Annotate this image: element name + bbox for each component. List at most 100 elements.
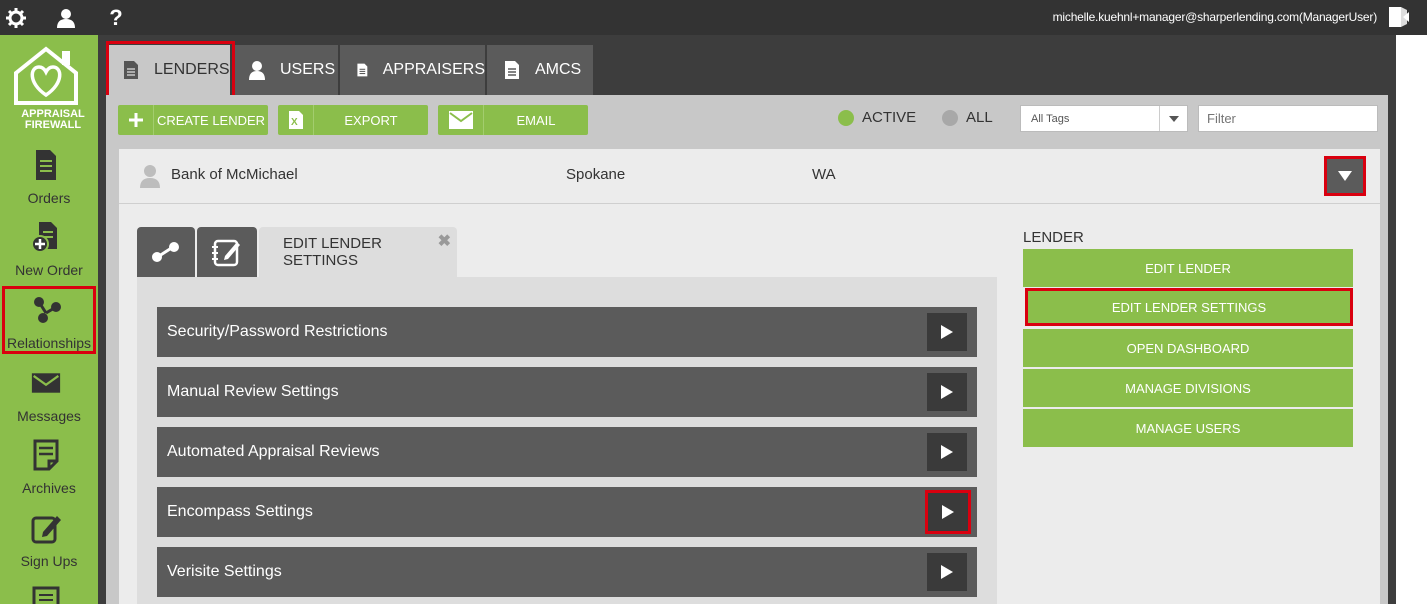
create-lender-button[interactable]: CREATE LENDER [118,105,268,135]
setting-automated-reviews[interactable]: Automated Appraisal Reviews [157,427,977,477]
avatar [139,164,161,188]
play-arrow-icon[interactable] [925,490,971,534]
sidebar-item-partial[interactable] [0,578,98,604]
tab-label: USERS [280,61,336,78]
document-icon [505,61,519,79]
sidebar-item-label: Relationships [6,335,92,351]
all-label: ALL [966,109,993,126]
tags-select[interactable]: All Tags [1020,105,1188,132]
lender-dropdown-button[interactable] [1324,156,1366,196]
tab-label: LENDERS [154,61,230,78]
sidebar-item-new-order[interactable]: New Order [0,215,98,287]
play-arrow-icon[interactable] [927,373,967,411]
tab-notes[interactable] [197,227,257,277]
report-icon [31,584,61,604]
chevron-down-icon [1338,171,1352,181]
sidebar-item-label: Sign Ups [20,553,78,569]
setting-encompass[interactable]: Encompass Settings [157,487,977,537]
export-button[interactable]: X EXPORT [278,105,428,135]
user-icon[interactable] [54,6,78,30]
user-icon [249,61,265,80]
all-radio[interactable]: ALL [942,109,993,126]
top-bar: ? michelle.kuehnl+manager@sharperlending… [0,0,1427,35]
edit-icon [31,512,61,544]
tab-label: AMCS [535,61,582,78]
setting-verisite[interactable]: Verisite Settings [157,547,977,597]
settings-area: Security/Password Restrictions Manual Re… [137,277,997,604]
logo-text-line2: FIREWALL [24,119,82,131]
document-icon [357,63,368,77]
setting-label: Verisite Settings [167,563,282,580]
archive-icon [31,439,61,471]
sidebar-item-relationships[interactable]: Relationships [0,288,98,360]
document-icon [124,61,138,79]
appraisal-firewall-logo[interactable]: APPRAISAL FIREWALL [8,43,85,133]
content-area: CREATE LENDER X EXPORT EMAIL ACTIVE ALL … [106,95,1388,604]
manage-users-button[interactable]: MANAGE USERS [1023,409,1353,447]
active-label: ACTIVE [862,109,917,126]
help-icon[interactable]: ? [104,5,128,30]
subtab-label: EDIT LENDER SETTINGS [283,235,382,269]
open-dashboard-button[interactable]: OPEN DASHBOARD [1023,329,1353,367]
plus-icon [118,105,154,135]
relationships-icon [31,294,61,326]
tab-label: APPRAISERS [382,61,485,78]
lender-panel: Bank of McMichael Spokane WA EDIT LENDER… [119,149,1380,604]
relationships-icon [152,242,179,262]
sidebar-item-sign-ups[interactable]: Sign Ups [0,506,98,578]
email-label: EMAIL [516,112,556,128]
manage-divisions-button[interactable]: MANAGE DIVISIONS [1023,369,1353,407]
envelope-icon [438,105,484,135]
create-lender-label: CREATE LENDER [156,112,266,128]
export-label: EXPORT [344,112,398,128]
right-gutter [1396,35,1427,604]
email-button[interactable]: EMAIL [438,105,588,135]
tab-amcs[interactable]: AMCS [487,45,593,95]
tab-edit-lender-settings[interactable]: EDIT LENDER SETTINGS ✖ [259,227,457,277]
play-arrow-icon[interactable] [927,553,967,591]
sidebar-item-messages[interactable]: Messages [0,361,98,433]
sidebar-item-orders[interactable]: Orders [0,143,98,215]
notepad-icon [212,239,240,267]
user-email[interactable]: michelle.kuehnl+manager@sharperlending.c… [1053,10,1378,24]
sidebar-item-label: Messages [17,408,81,424]
sidebar-item-label: New Order [15,262,83,278]
setting-manual-review[interactable]: Manual Review Settings [157,367,977,417]
sidebar: APPRAISAL FIREWALL Orders New Order Relat… [0,35,98,604]
lender-city: Spokane [566,166,626,183]
edit-lender-button[interactable]: EDIT LENDER [1023,249,1353,287]
tags-select-value: All Tags [1031,113,1070,125]
play-arrow-icon[interactable] [927,313,967,351]
tab-appraisers[interactable]: APPRAISERS [340,45,485,95]
radio-unselected-icon [942,109,958,126]
chevron-down-icon[interactable] [1159,106,1187,131]
radio-selected-icon [838,109,854,126]
sidebar-item-label: Orders [27,190,71,206]
close-icon[interactable]: ✖ [438,231,451,251]
envelope-icon [31,367,61,399]
filter-input[interactable] [1198,105,1378,132]
lender-name: Bank of McMichael [171,166,298,183]
sidebar-item-archives[interactable]: Archives [0,433,98,505]
svg-text:X: X [291,117,298,128]
main-area: LENDERS USERS APPRAISERS AMCS CREATE LEN… [98,35,1396,604]
document-icon [31,149,61,181]
excel-icon: X [278,105,314,135]
play-arrow-icon[interactable] [927,433,967,471]
setting-label: Manual Review Settings [167,383,339,400]
logout-icon[interactable] [1387,5,1411,29]
active-radio[interactable]: ACTIVE [838,109,916,126]
setting-label: Encompass Settings [167,503,313,520]
tab-relationships[interactable] [137,227,195,277]
lender-state: WA [812,166,836,183]
setting-label: Automated Appraisal Reviews [167,443,380,460]
gear-icon[interactable] [4,6,28,30]
setting-security-password[interactable]: Security/Password Restrictions [157,307,977,357]
sidebar-item-label: Archives [22,480,76,496]
edit-lender-settings-button[interactable]: EDIT LENDER SETTINGS [1025,288,1353,326]
lender-actions-heading: LENDER [1023,229,1084,246]
lender-row[interactable]: Bank of McMichael Spokane WA [119,149,1380,204]
tab-lenders[interactable]: LENDERS [106,45,230,95]
setting-label: Security/Password Restrictions [167,323,388,340]
tab-users[interactable]: USERS [232,45,338,95]
